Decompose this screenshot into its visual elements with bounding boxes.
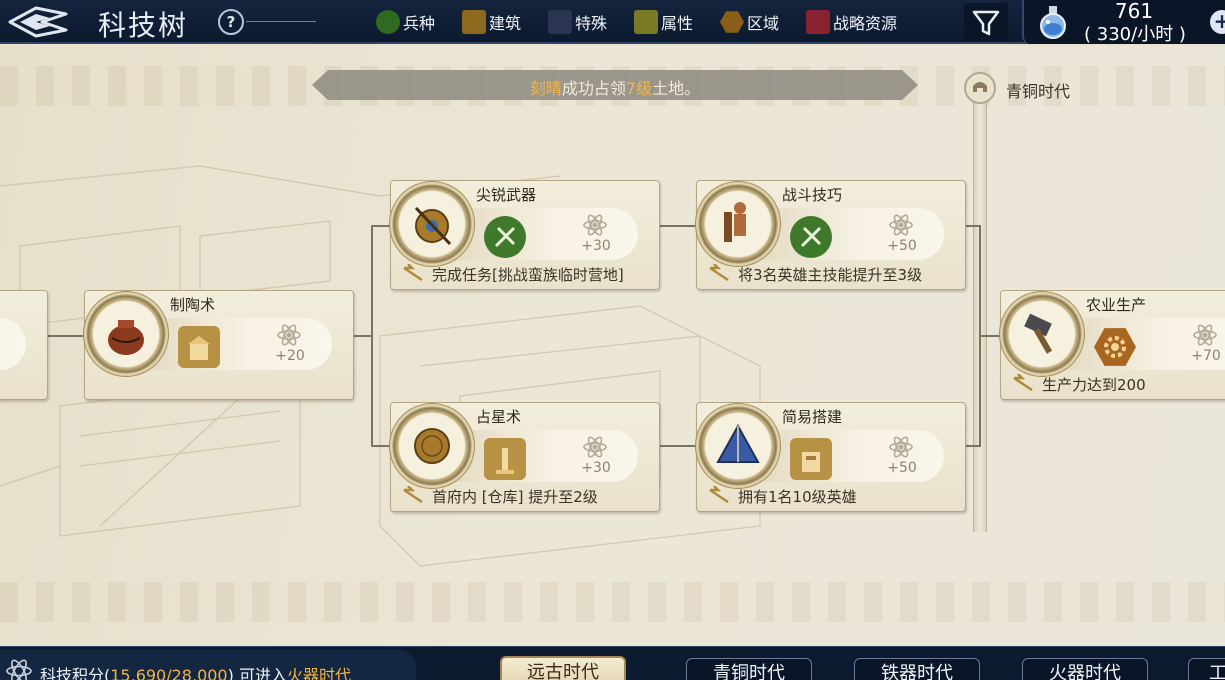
pot-icon	[108, 320, 144, 355]
requirement-arrow-icon	[403, 264, 423, 282]
page-title: 科技树	[98, 9, 189, 42]
tab-next-era[interactable]: 工	[1188, 658, 1225, 680]
help-button[interactable]: ?	[218, 9, 244, 35]
tech-card-pottery[interactable]: 制陶术 +20	[84, 290, 354, 400]
legend-item-unit[interactable]: 兵种	[376, 10, 435, 34]
astrolabe-icon	[414, 428, 450, 464]
atom-icon	[583, 436, 607, 458]
tech-tree-map[interactable]: 刻晴成功占领7级土地。 青铜时代 制陶术 +20 尖锐武器 +30 完成任务[挑…	[0, 46, 1225, 646]
tech-card-combat-skill[interactable]: 战斗技巧 +50 将3名英雄主技能提升至3级	[696, 180, 966, 290]
flask-icon	[1040, 6, 1066, 39]
tech-points: +20	[275, 348, 305, 364]
building-icon[interactable]	[178, 326, 220, 368]
tech-points: +50	[887, 238, 917, 254]
requirement-arrow-icon	[709, 264, 729, 282]
requirement-arrow-icon	[403, 486, 423, 504]
legend-item-building[interactable]: 建筑	[462, 10, 521, 34]
tech-medallion	[696, 404, 780, 488]
tech-points: +70	[1191, 348, 1221, 364]
legend-item-special[interactable]: 特殊	[548, 10, 607, 34]
hammer-icon	[1024, 313, 1053, 354]
tech-points: +50	[887, 460, 917, 476]
back-button[interactable]	[6, 4, 70, 40]
tech-name: 尖锐武器	[476, 186, 537, 204]
tech-card-astrology[interactable]: 占星术 +30 首府内 [仓库] 提升至2级	[390, 402, 660, 512]
research-rate: ( 330/小时 )	[1084, 24, 1186, 45]
tech-name: 制陶术	[170, 296, 216, 314]
building-icon[interactable]	[790, 438, 832, 480]
atom-icon	[583, 214, 607, 236]
legend-item-region[interactable]: 区域	[720, 10, 779, 34]
legend-label: 区域	[747, 14, 780, 33]
requirement-arrow-icon	[709, 486, 729, 504]
back-arrow-icon	[8, 6, 68, 38]
special-swatch-icon	[548, 10, 572, 34]
research-resource-panel: 761 ( 330/小时 ) +	[1022, 0, 1225, 45]
tech-card-agriculture[interactable]: 农业生产 +70 生产力达到200	[1000, 290, 1225, 400]
tab-iron-era[interactable]: 铁器时代	[854, 658, 980, 680]
tent-icon	[716, 423, 760, 463]
legend-label: 特殊	[575, 14, 608, 33]
legend-item-attribute[interactable]: 属性	[634, 10, 693, 34]
tab-firearm-era[interactable]: 火器时代	[1022, 658, 1148, 680]
legend-label: 战略资源	[833, 14, 898, 33]
score-value: 15,690/28,000	[110, 666, 228, 680]
building-swatch-icon	[462, 10, 486, 34]
tech-requirement: 首府内 [仓库] 提升至2级	[432, 488, 598, 506]
unit-icon[interactable]	[484, 216, 526, 258]
legend-item-strategic[interactable]: 战略资源	[806, 10, 897, 34]
legend-label: 兵种	[403, 14, 436, 33]
tech-requirement: 将3名英雄主技能提升至3级	[738, 266, 923, 284]
shield-spear-icon	[414, 206, 452, 246]
atom-icon	[277, 324, 301, 346]
tech-medallion	[390, 404, 474, 488]
add-resource-button[interactable]: +	[1210, 10, 1225, 34]
tech-name: 农业生产	[1086, 296, 1147, 314]
atom-icon	[889, 214, 913, 236]
legend-label: 属性	[661, 14, 694, 33]
tech-requirement: 生产力达到200	[1042, 376, 1146, 394]
strategic-swatch-icon	[806, 10, 830, 34]
legend-label: 建筑	[489, 14, 522, 33]
unit-swatch-icon	[376, 10, 400, 34]
building-icon[interactable]	[484, 438, 526, 480]
tab-ancient-era[interactable]: 远古时代	[500, 656, 626, 680]
tech-name: 简易搭建	[782, 408, 843, 426]
score-mid: ) 可进入	[227, 666, 287, 680]
score-era: 火器时代	[286, 666, 351, 680]
category-legend: 兵种 建筑 特殊 属性 区域 战略资源	[372, 4, 922, 38]
filter-button[interactable]	[964, 3, 1008, 41]
atom-icon	[6, 659, 32, 680]
tech-card-simple-build[interactable]: 简易搭建 +50 拥有1名10级英雄	[696, 402, 966, 512]
tech-medallion	[1000, 292, 1084, 376]
attribute-swatch-icon	[634, 10, 658, 34]
tech-card-sharp-weapons[interactable]: 尖锐武器 +30 完成任务[挑战蛮族临时营地]	[390, 180, 660, 290]
requirement-arrow-icon	[1013, 374, 1033, 392]
atom-icon	[889, 436, 913, 458]
tech-name: 占星术	[476, 408, 522, 426]
warrior-icon	[724, 202, 746, 242]
score-label: 科技积分(	[40, 666, 111, 680]
tab-bronze-era[interactable]: 青铜时代	[686, 658, 812, 680]
region-swatch-icon	[720, 11, 744, 33]
tech-requirement: 完成任务[挑战蛮族临时营地]	[432, 266, 624, 284]
atom-icon	[1193, 324, 1217, 346]
tech-name: 战斗技巧	[782, 186, 843, 204]
title-divider	[246, 21, 316, 22]
tech-requirement: 拥有1名10级英雄	[738, 488, 857, 506]
tech-medallion	[696, 182, 780, 266]
tech-points: +30	[581, 460, 611, 476]
tech-card-partial[interactable]	[0, 290, 48, 400]
tech-medallion	[390, 182, 474, 266]
unit-icon[interactable]	[790, 216, 832, 258]
funnel-icon	[972, 10, 1000, 36]
score-text: 科技积分(15,690/28,000) 可进入火器时代	[40, 662, 351, 680]
top-bar: 科技树 ? 兵种 建筑 特殊 属性 区域 战略资源 761 (330/小时)…	[0, 0, 1225, 45]
tech-points: +30	[581, 238, 611, 254]
tech-medallion	[84, 292, 168, 376]
